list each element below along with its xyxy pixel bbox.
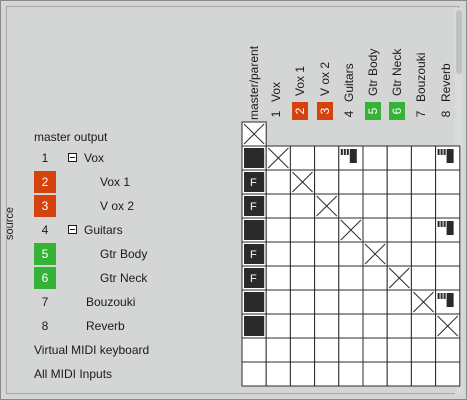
matrix-cell[interactable]	[265, 313, 291, 339]
matrix-cell[interactable]	[435, 193, 461, 219]
parent-send-filled	[244, 292, 265, 312]
folder-send-label: F	[250, 249, 257, 261]
matrix-cell[interactable]	[338, 361, 364, 387]
matrix-cell[interactable]	[362, 145, 388, 171]
matrix-cell[interactable]	[410, 241, 437, 267]
matrix-cell[interactable]	[435, 361, 461, 387]
matrix-cell[interactable]	[289, 361, 316, 387]
matrix-cell[interactable]	[314, 145, 340, 171]
matrix-cell[interactable]	[314, 265, 340, 291]
matrix-cell[interactable]	[386, 193, 412, 219]
matrix-cell[interactable]	[435, 241, 461, 267]
matrix-cell[interactable]	[314, 289, 340, 315]
matrix-cell[interactable]	[265, 361, 291, 387]
send-meter-bar	[446, 149, 454, 163]
matrix-cell[interactable]	[410, 361, 437, 387]
matrix-cell[interactable]	[362, 361, 388, 387]
matrix-cell[interactable]	[435, 169, 461, 195]
send-meter-bar	[437, 149, 440, 155]
matrix-cell[interactable]	[410, 337, 437, 363]
send-meter-bar	[437, 293, 440, 299]
matrix-cell[interactable]	[386, 313, 412, 339]
folder-send-label: F	[250, 201, 257, 213]
matrix-cell[interactable]	[362, 265, 388, 291]
matrix-cell[interactable]	[289, 289, 316, 315]
matrix-cell[interactable]	[435, 337, 461, 363]
matrix-cell[interactable]	[386, 361, 412, 387]
matrix-cell[interactable]	[314, 169, 340, 195]
matrix-cell[interactable]	[362, 217, 388, 243]
matrix-cell[interactable]	[289, 265, 316, 291]
send-meter-bar	[443, 293, 446, 299]
matrix-cell[interactable]	[265, 265, 291, 291]
matrix-cell[interactable]	[386, 289, 412, 315]
matrix-cell[interactable]	[265, 217, 291, 243]
matrix-cell[interactable]	[338, 313, 364, 339]
matrix-cell[interactable]	[386, 241, 412, 267]
matrix-cell[interactable]	[265, 169, 291, 195]
matrix-cell[interactable]	[362, 193, 388, 219]
matrix-cell[interactable]	[265, 337, 291, 363]
send-meter-bar	[446, 293, 454, 307]
matrix-cell[interactable]	[241, 361, 267, 387]
matrix-cell[interactable]	[265, 193, 291, 219]
matrix-cell[interactable]	[362, 313, 388, 339]
matrix-cell[interactable]	[386, 145, 412, 171]
send-meter-bar	[349, 149, 357, 163]
matrix-cell[interactable]	[410, 145, 437, 171]
matrix-cell[interactable]	[265, 241, 291, 267]
parent-send-filled	[244, 316, 265, 336]
send-meter-bar	[437, 221, 440, 227]
matrix-cell[interactable]	[314, 361, 340, 387]
routing-grid: FFFF	[241, 121, 461, 387]
matrix-cell[interactable]	[338, 193, 364, 219]
matrix-cell[interactable]	[338, 169, 364, 195]
matrix-cell[interactable]	[410, 265, 437, 291]
matrix-cell[interactable]	[289, 193, 316, 219]
matrix-cell[interactable]	[338, 289, 364, 315]
matrix-cell[interactable]	[338, 241, 364, 267]
matrix-cell[interactable]	[410, 217, 437, 243]
send-meter-bar	[340, 149, 343, 155]
matrix-cell[interactable]	[314, 217, 340, 243]
matrix-cell[interactable]	[241, 337, 267, 363]
matrix-cell[interactable]	[362, 289, 388, 315]
matrix-cell[interactable]	[314, 313, 340, 339]
send-meter-bar	[343, 149, 346, 155]
send-meter-bar	[440, 149, 443, 155]
matrix-cell[interactable]	[289, 241, 316, 267]
folder-send-label: F	[250, 273, 257, 285]
matrix-cell[interactable]	[435, 265, 461, 291]
matrix-cell[interactable]	[386, 169, 412, 195]
matrix-cell[interactable]	[386, 217, 412, 243]
matrix-cell[interactable]	[289, 145, 316, 171]
matrix-cell[interactable]	[410, 313, 437, 339]
send-meter-bar	[443, 149, 446, 155]
matrix-cell[interactable]	[265, 289, 291, 315]
parent-send-filled	[244, 148, 265, 168]
send-meter-bar	[440, 221, 443, 227]
matrix-cell[interactable]	[362, 169, 388, 195]
send-meter-bar	[446, 221, 454, 235]
matrix-cell[interactable]	[289, 337, 316, 363]
matrix-cell[interactable]	[362, 337, 388, 363]
matrix-cell[interactable]	[410, 193, 437, 219]
send-meter-bar	[443, 221, 446, 227]
folder-send-label: F	[250, 177, 257, 189]
matrix-cell[interactable]	[338, 337, 364, 363]
matrix-cell[interactable]	[314, 337, 340, 363]
send-meter-bar	[440, 293, 443, 299]
send-meter-bar	[346, 149, 349, 155]
matrix-cell[interactable]	[289, 313, 316, 339]
matrix-cell[interactable]	[410, 169, 437, 195]
matrix-cell[interactable]	[314, 241, 340, 267]
matrix-cell[interactable]	[386, 337, 412, 363]
matrix-cell[interactable]	[338, 265, 364, 291]
matrix-cell[interactable]	[289, 217, 316, 243]
parent-send-filled	[244, 220, 265, 240]
